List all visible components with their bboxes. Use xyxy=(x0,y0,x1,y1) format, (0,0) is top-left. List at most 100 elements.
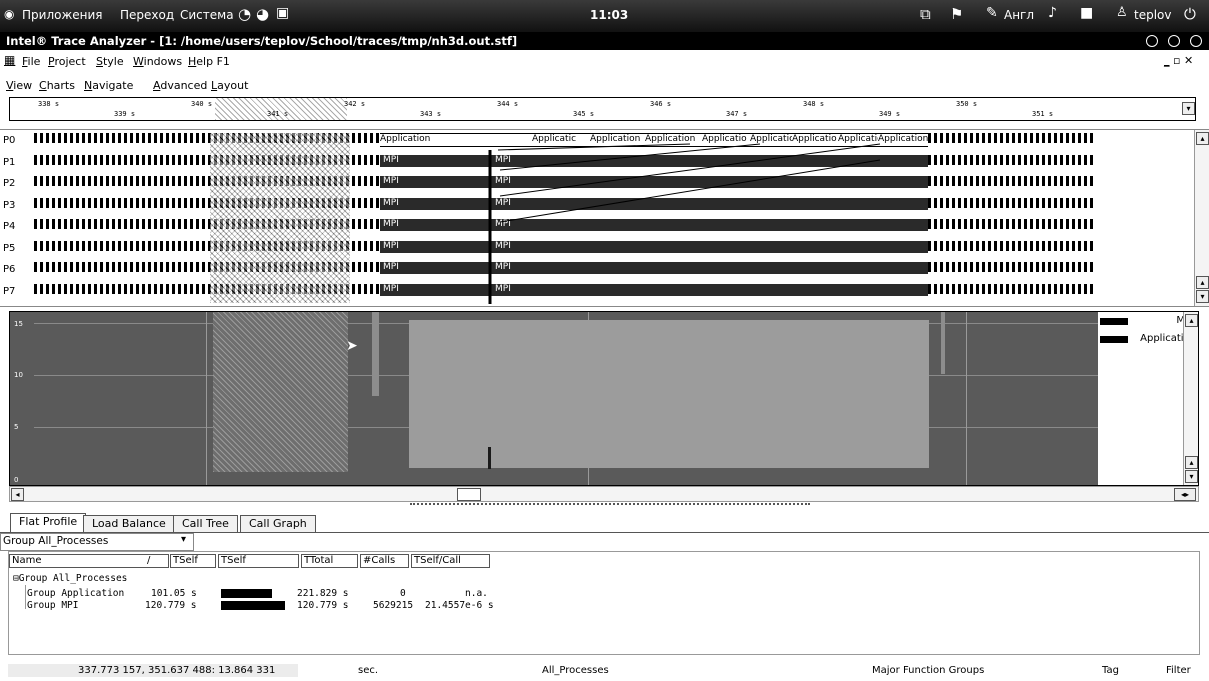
flat-profile-table[interactable]: Name / TSelf TSelf TTotal #Calls TSelf/C… xyxy=(8,551,1200,655)
tab-load-balance[interactable]: Load Balance xyxy=(83,515,175,532)
panel-menu-applications[interactable]: Приложения xyxy=(22,8,103,22)
scroll-right-icon[interactable]: ◂▸ xyxy=(1174,488,1196,501)
activity-spike xyxy=(488,447,491,469)
tab-call-tree[interactable]: Call Tree xyxy=(173,515,238,532)
column-header-name[interactable]: Name / xyxy=(9,554,169,568)
scroll-up-icon[interactable]: ▴ xyxy=(1196,132,1209,145)
network-icon[interactable]: ⧉ xyxy=(920,5,931,23)
scroll-left-icon[interactable]: ◂ xyxy=(11,488,24,501)
table-row[interactable]: Group Application 101.05 s 221.829 s 0 n… xyxy=(27,588,507,600)
mouse-pointer-icon: ➤ xyxy=(346,338,358,354)
status-tag[interactable]: Tag xyxy=(1102,665,1119,676)
chart-menubar: View Charts Navigate Advanced Layout xyxy=(0,76,1209,96)
tree-line xyxy=(25,585,26,609)
tab-flat-profile[interactable]: Flat Profile xyxy=(10,513,87,532)
ruler-tick: 342 s xyxy=(344,100,366,108)
scroll-down-icon[interactable]: ▾ xyxy=(1196,290,1209,303)
scroll-down-icon[interactable]: ▾ xyxy=(1185,470,1198,483)
time-ruler[interactable]: 338 s 340 s 342 s 344 s 346 s 348 s 350 … xyxy=(9,97,1196,121)
activity-spike xyxy=(941,312,945,374)
timeline-vscroll[interactable]: ▴ ▴ ▾ xyxy=(1194,130,1209,306)
panel-menu-places[interactable]: Переход xyxy=(120,8,174,22)
menu-charts[interactable]: Charts xyxy=(39,79,75,92)
ruler-tick: 347 s xyxy=(726,110,748,118)
panel-clock[interactable]: 11:03 xyxy=(590,8,628,22)
window-titlebar[interactable]: Intel® Trace Analyzer - [1: /home/users/… xyxy=(0,32,1209,50)
update-icon[interactable]: ⚑ xyxy=(950,5,963,23)
group-select[interactable]: Group All_Processes ▾ xyxy=(0,533,194,551)
menu-file[interactable]: File xyxy=(22,55,40,68)
ruler-tick: 346 s xyxy=(650,100,672,108)
menu-navigate[interactable]: Navigate xyxy=(84,79,133,92)
column-header-tself-bar[interactable]: TSelf xyxy=(218,554,299,568)
window-title: Intel® Trace Analyzer - [1: /home/users/… xyxy=(6,34,518,48)
column-header-tself-per-call[interactable]: TSelf/Call xyxy=(411,554,490,568)
browser-icon[interactable]: ◕ xyxy=(256,5,269,23)
y-tick-label: 15 xyxy=(14,320,23,328)
menu-help[interactable]: Help F1 xyxy=(188,55,230,68)
minimize-button[interactable] xyxy=(1146,35,1158,47)
selection-hatch xyxy=(213,312,348,472)
ruler-tick: 350 s xyxy=(956,100,978,108)
ruler-tick: 340 s xyxy=(191,100,213,108)
ruler-tick: 341 s xyxy=(267,110,289,118)
column-header-ttotal[interactable]: TTotal xyxy=(301,554,358,568)
keyboard-icon[interactable]: ✎ xyxy=(986,5,998,21)
row-tself: 101.05 s xyxy=(151,588,197,599)
camera-icon[interactable]: ▣ xyxy=(276,5,289,21)
row-tself: 120.779 s xyxy=(145,600,197,611)
legend-swatch-mpi xyxy=(1100,318,1128,325)
close-button[interactable] xyxy=(1190,35,1202,47)
group-select-value: Group All_Processes xyxy=(3,535,109,547)
column-header-calls[interactable]: #Calls xyxy=(360,554,409,568)
y-tick-label: 10 xyxy=(14,371,23,379)
maximize-button[interactable] xyxy=(1168,35,1180,47)
panel-menu-system[interactable]: Система xyxy=(180,8,234,22)
row-calls: 5629215 xyxy=(373,600,414,611)
status-unit[interactable]: sec. xyxy=(358,665,378,676)
hscroll-thumb[interactable] xyxy=(457,488,481,501)
tab-call-graph[interactable]: Call Graph xyxy=(240,515,316,532)
status-group[interactable]: All_Processes xyxy=(542,665,609,676)
power-icon[interactable]: ⏻ xyxy=(1184,5,1196,23)
y-tick-label: 0 xyxy=(14,476,19,484)
gridline xyxy=(206,312,207,485)
sort-icon[interactable]: / xyxy=(147,555,150,566)
tree-root[interactable]: ⊟Group All_Processes xyxy=(13,573,127,584)
row-tself-bar xyxy=(221,601,285,610)
status-mode[interactable]: Major Function Groups xyxy=(872,665,984,676)
menu-windows[interactable]: Windows xyxy=(133,55,182,68)
header-label: Name xyxy=(12,555,42,566)
doc-window-controls[interactable]: _ ▫ ✕ xyxy=(1164,54,1193,67)
ruler-dropdown-icon[interactable]: ▾ xyxy=(1182,102,1195,115)
status-filter[interactable]: Filter xyxy=(1166,665,1191,676)
document-icon[interactable]: ▦ xyxy=(4,53,15,67)
panel-user[interactable]: teplov xyxy=(1134,8,1171,22)
menu-advanced[interactable]: Advanced xyxy=(153,79,207,92)
panel-logo-icon[interactable]: ◉ xyxy=(4,7,14,21)
y-tick-label: 5 xyxy=(14,423,19,431)
activity-vscroll[interactable]: ▴ ▴ ▾ xyxy=(1183,312,1198,485)
menu-view[interactable]: View xyxy=(6,79,32,92)
event-timeline[interactable]: P0 Application P1 MPI MPI P2 MPI MPI P3 MPI MPI P4 M… xyxy=(0,129,1209,307)
menu-layout[interactable]: Layout xyxy=(211,79,248,92)
menu-style[interactable]: Style xyxy=(96,55,124,68)
scroll-up-icon[interactable]: ▴ xyxy=(1185,456,1198,469)
tree-root-label: Group All_Processes xyxy=(18,573,128,584)
ruler-tick: 351 s xyxy=(1032,110,1054,118)
splitter-handle[interactable] xyxy=(410,503,810,505)
scroll-up-icon[interactable]: ▴ xyxy=(1196,276,1209,289)
menu-project[interactable]: Project xyxy=(48,55,86,68)
chevron-down-icon[interactable]: ▾ xyxy=(181,534,186,545)
mail-icon[interactable]: ■ xyxy=(1080,5,1093,21)
table-row[interactable]: Group MPI 120.779 s 120.779 s 5629215 21… xyxy=(27,600,507,612)
column-header-tself[interactable]: TSelf xyxy=(170,554,216,568)
keyboard-layout[interactable]: Англ xyxy=(1004,8,1034,22)
volume-icon[interactable]: ♪ xyxy=(1048,5,1057,21)
function-activity-chart[interactable]: 15 10 5 0 ➤ MPI Application ▴ ▴ ▾ xyxy=(9,311,1199,486)
timeline-hscroll[interactable]: ◂ ◂▸ xyxy=(9,486,1199,502)
gridline xyxy=(966,312,967,485)
scroll-up-icon[interactable]: ▴ xyxy=(1185,314,1198,327)
launcher-icon[interactable]: ◔ xyxy=(238,5,251,23)
ruler-tick: 349 s xyxy=(879,110,901,118)
